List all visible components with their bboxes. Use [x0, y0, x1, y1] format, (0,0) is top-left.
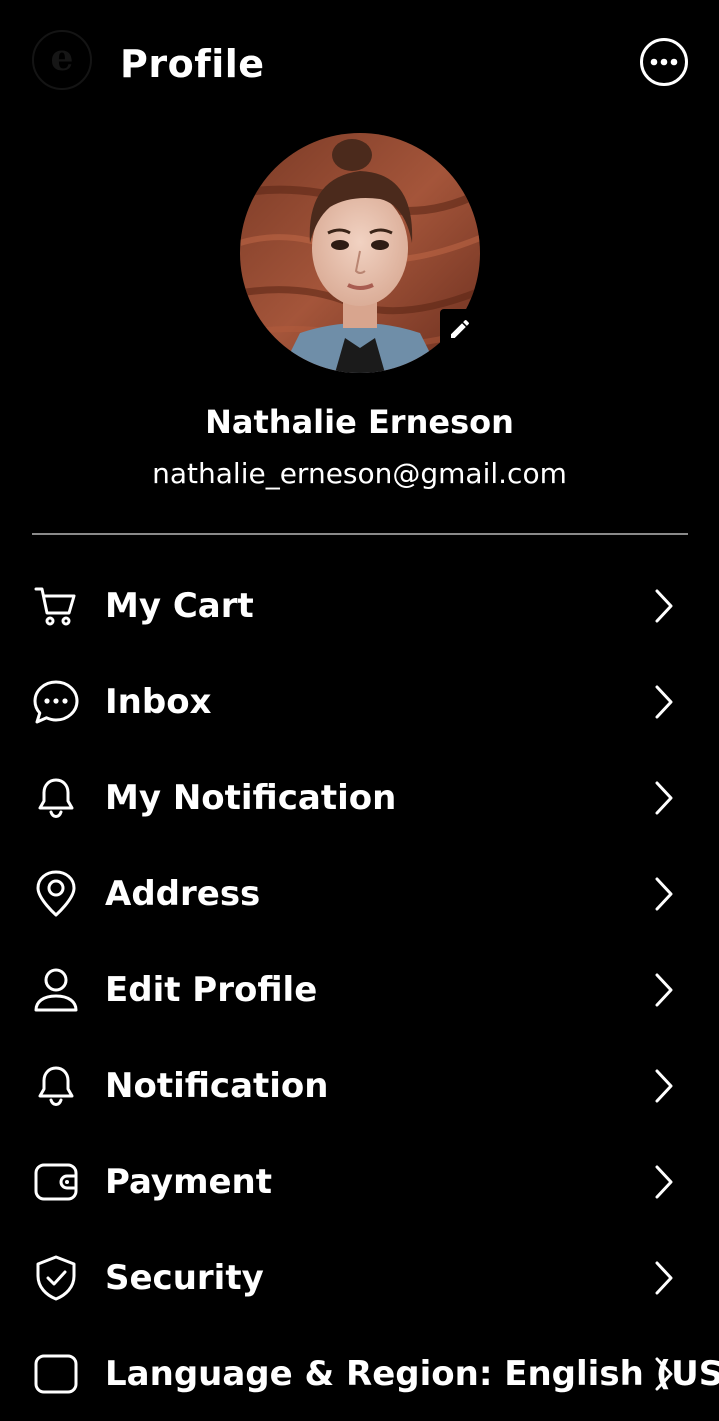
profile-name: Nathalie Erneson: [205, 403, 514, 441]
menu-item-label: My Cart: [105, 586, 254, 626]
menu-item-label: Edit Profile: [105, 970, 318, 1010]
logo-letter: e: [50, 37, 74, 79]
bell-icon: [38, 1066, 74, 1107]
more-options-button[interactable]: [640, 38, 688, 86]
location-pin-icon: [36, 870, 76, 917]
menu-item-my-notification[interactable]: My Notification: [0, 749, 719, 845]
menu-item-label: My Notification: [105, 778, 397, 818]
document-icon: [34, 1354, 78, 1394]
menu-item-payment[interactable]: Payment: [0, 1133, 719, 1229]
profile-menu: My Cart Inbox My Notification Address Ed…: [0, 557, 719, 1421]
divider: [32, 533, 688, 535]
profile-avatar-container: [240, 133, 480, 373]
menu-item-label: Address: [105, 874, 261, 914]
app-logo[interactable]: e: [32, 30, 92, 90]
shield-check-icon: [36, 1255, 76, 1301]
menu-item-my-cart[interactable]: My Cart: [0, 557, 719, 653]
menu-item-label: Payment: [105, 1162, 273, 1202]
chevron-right-icon: [655, 1069, 673, 1103]
wallet-icon: [34, 1163, 78, 1201]
chevron-right-icon: [655, 685, 673, 719]
chevron-right-icon: [655, 589, 673, 623]
menu-item-security[interactable]: Security: [0, 1229, 719, 1325]
edit-avatar-button[interactable]: [440, 309, 480, 349]
bell-icon: [38, 778, 74, 819]
user-icon: [34, 968, 78, 1012]
menu-item-label: Language & Region: English (US): [105, 1354, 719, 1394]
menu-item-label: Inbox: [105, 682, 212, 722]
chevron-right-icon: [655, 781, 673, 815]
menu-item-label: Notification: [105, 1066, 329, 1106]
chat-bubble-icon: [33, 680, 79, 724]
profile-email: nathalie_erneson@gmail.com: [152, 457, 567, 490]
cart-icon: [34, 587, 76, 626]
chevron-right-icon: [655, 1165, 673, 1199]
page-title: Profile: [120, 42, 265, 86]
more-horizontal-icon: [650, 58, 678, 66]
menu-item-language[interactable]: Language & Region: English (US): [0, 1325, 719, 1421]
menu-item-notification[interactable]: Notification: [0, 1037, 719, 1133]
menu-item-inbox[interactable]: Inbox: [0, 653, 719, 749]
chevron-right-icon: [655, 1261, 673, 1295]
app-header: e Profile: [0, 0, 719, 128]
pencil-icon: [451, 319, 469, 338]
menu-item-edit-profile[interactable]: Edit Profile: [0, 941, 719, 1037]
chevron-right-icon: [655, 877, 673, 911]
menu-item-label: Security: [105, 1258, 264, 1298]
menu-item-address[interactable]: Address: [0, 845, 719, 941]
chevron-right-icon: [655, 973, 673, 1007]
chevron-right-icon: [655, 1357, 673, 1391]
